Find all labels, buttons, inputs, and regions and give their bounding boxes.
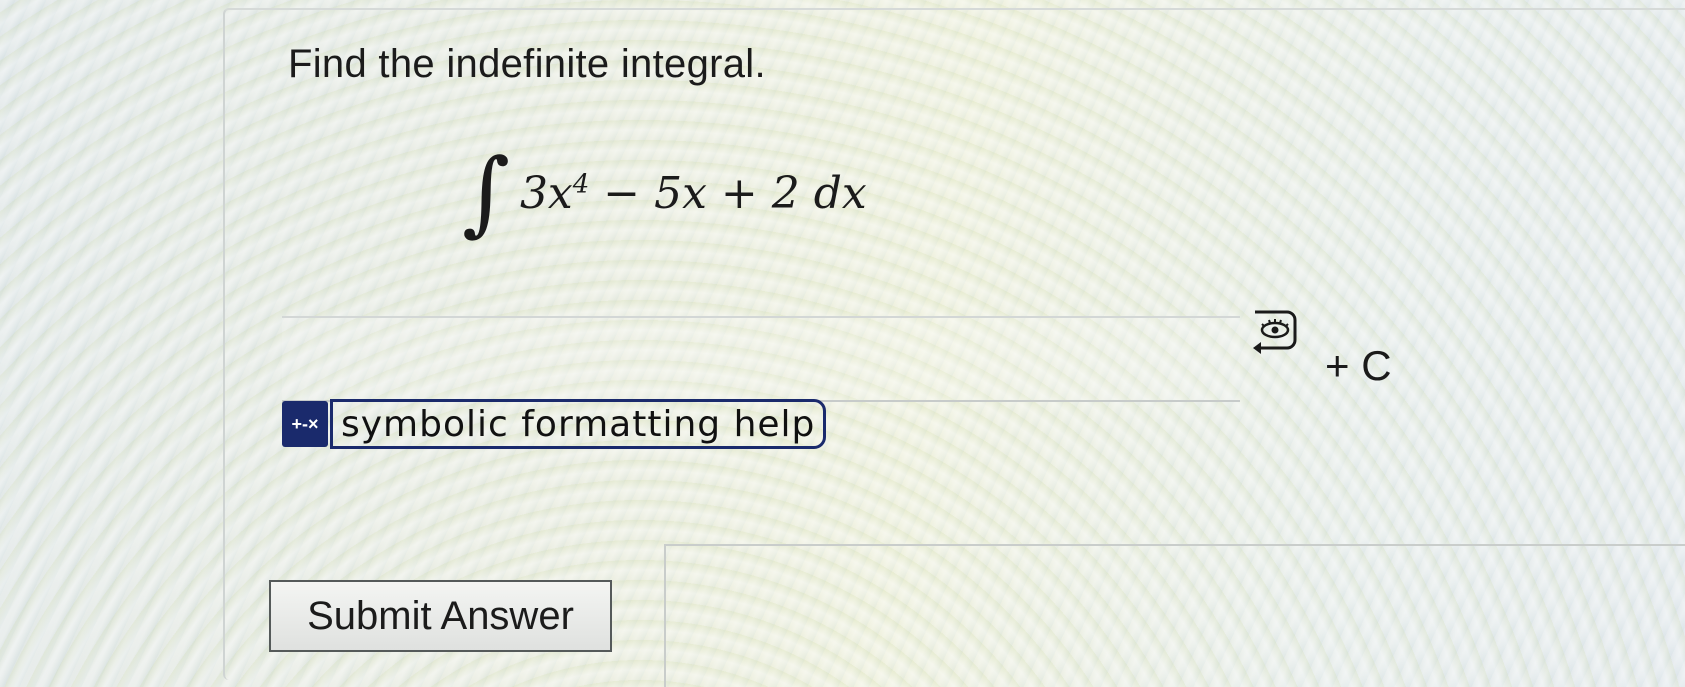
integral-sign-icon: ∫ <box>462 139 510 246</box>
answer-input[interactable] <box>282 316 1240 402</box>
integrand: 3x4 − 5x + 2 dx <box>520 168 867 219</box>
integrand-term1: 3x <box>519 167 573 219</box>
integral-expression: ∫ 3x4 − 5x + 2 dx <box>462 138 867 248</box>
symbolic-formatting-help-link[interactable]: +-× symbolic formatting help <box>282 399 827 449</box>
help-link-label: symbolic formatting help <box>330 399 827 449</box>
integrand-rest: − 5x + 2 dx <box>589 167 867 219</box>
integrand-exponent: 4 <box>572 168 590 199</box>
submit-answer-button[interactable]: Submit Answer <box>269 580 612 652</box>
question-prompt: Find the indefinite integral. <box>288 42 766 86</box>
plus-c-label: + C <box>1325 342 1392 389</box>
result-area <box>664 544 1685 687</box>
math-symbols-icon: +-× <box>282 401 328 447</box>
preview-eye-icon[interactable] <box>1248 310 1300 362</box>
